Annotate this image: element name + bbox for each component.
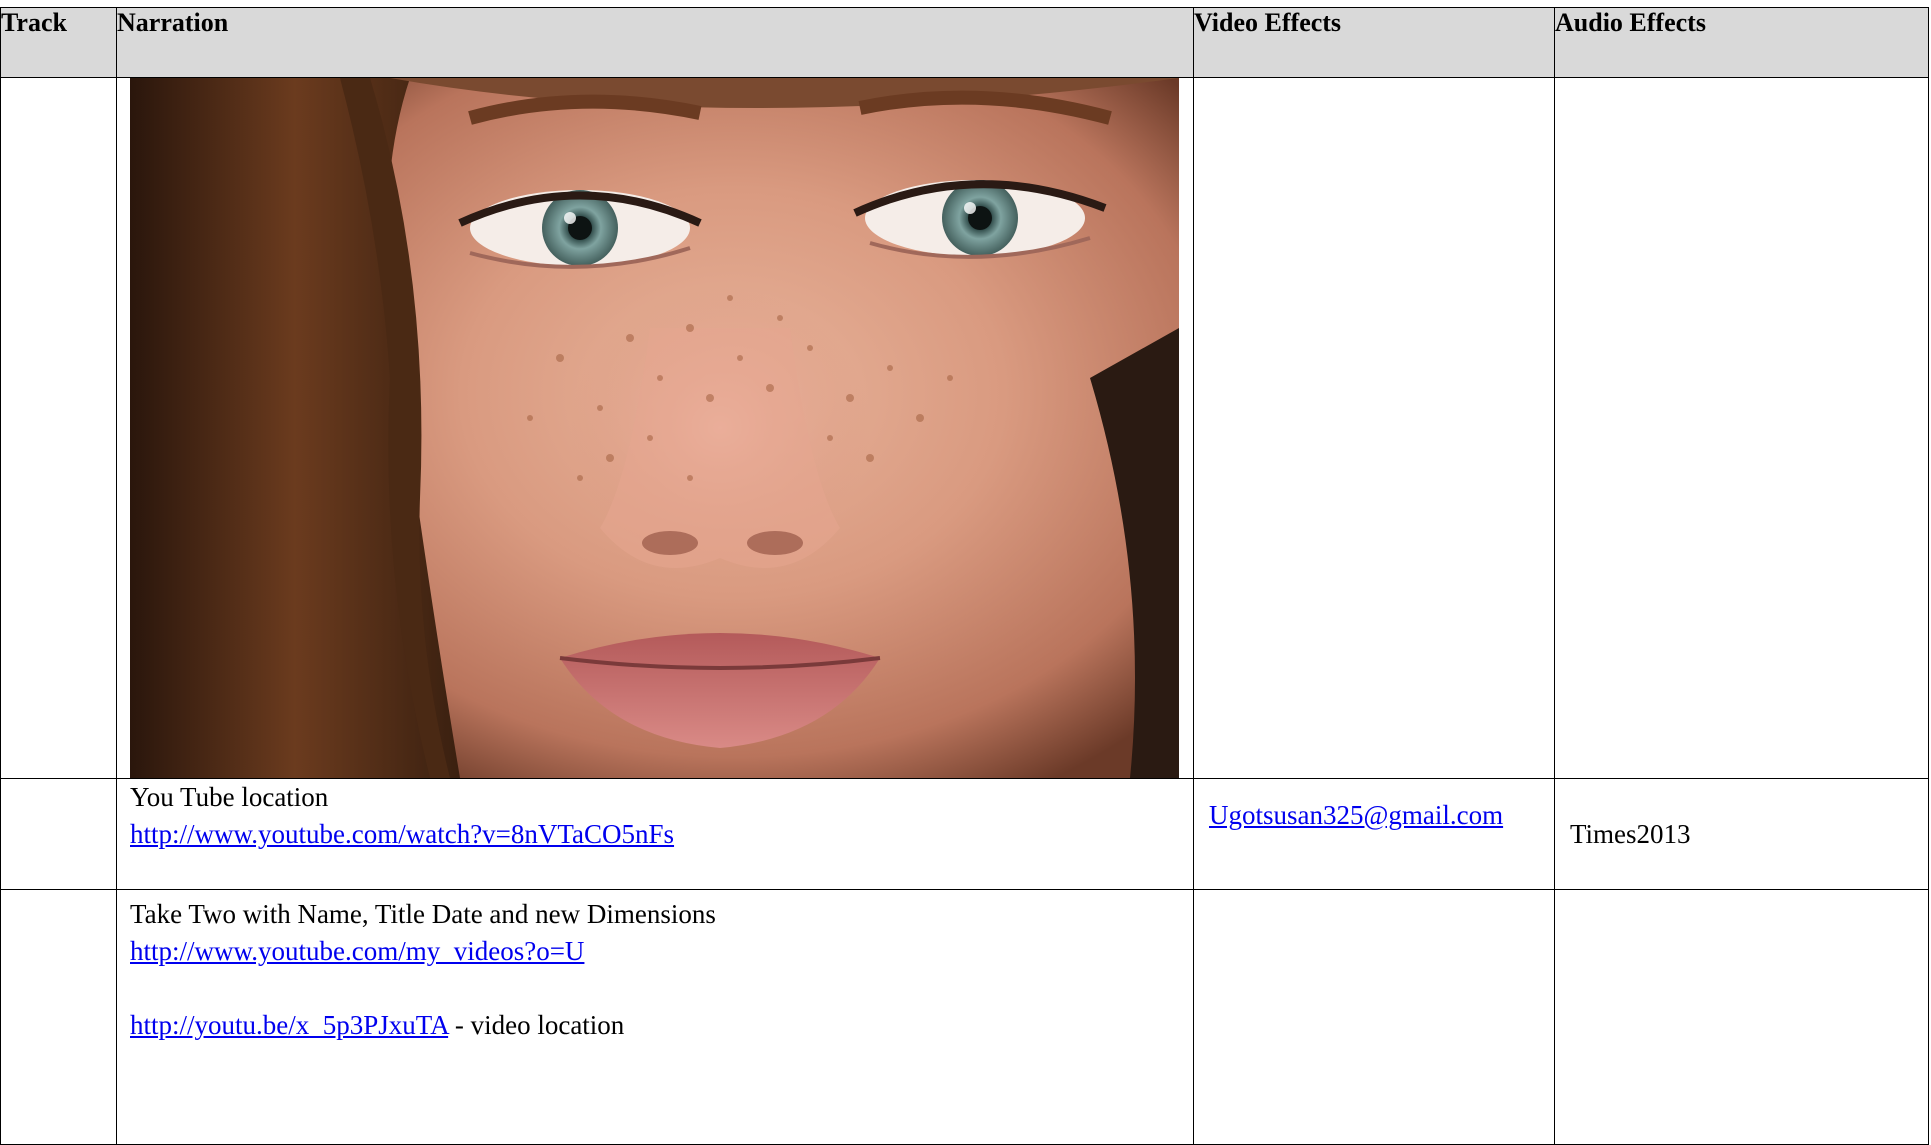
audio-effects-cell: Times2013 bbox=[1554, 778, 1929, 890]
table-row bbox=[0, 77, 1929, 779]
header-narration: Narration bbox=[116, 7, 1194, 78]
narration-text: You Tube location bbox=[130, 782, 329, 812]
track-cell bbox=[0, 778, 117, 890]
storyboard-table: Track Narration Video Effects Audio Effe… bbox=[0, 7, 1929, 1145]
youtu-be-video-link[interactable]: http://youtu.be/x_5p3PJxuTA bbox=[130, 1010, 448, 1040]
youtube-my-videos-link[interactable]: http://www.youtube.com/my_videos?o=U bbox=[130, 936, 584, 966]
narration-cell bbox=[116, 77, 1194, 779]
video-location-label: - video location bbox=[448, 1010, 625, 1040]
header-row: Track Narration Video Effects Audio Effe… bbox=[0, 7, 1929, 78]
header-track: Track bbox=[0, 7, 117, 78]
audio-effects-cell bbox=[1554, 77, 1929, 779]
track-cell bbox=[0, 77, 117, 779]
video-effects-cell bbox=[1193, 889, 1555, 1145]
narration-cell: Take Two with Name, Title Date and new D… bbox=[116, 889, 1194, 1145]
face-photo bbox=[130, 78, 1179, 778]
email-link[interactable]: Ugotsusan325@gmail.com bbox=[1209, 800, 1503, 830]
table-row: You Tube location http://www.youtube.com… bbox=[0, 778, 1929, 890]
header-audio-effects: Audio Effects bbox=[1554, 7, 1929, 78]
header-video-effects: Video Effects bbox=[1193, 7, 1555, 78]
youtube-watch-link[interactable]: http://www.youtube.com/watch?v=8nVTaCO5n… bbox=[130, 819, 674, 849]
video-effects-cell bbox=[1193, 77, 1555, 779]
audio-effects-text: Times2013 bbox=[1570, 819, 1691, 849]
video-effects-cell: Ugotsusan325@gmail.com bbox=[1193, 778, 1555, 890]
audio-effects-cell bbox=[1554, 889, 1929, 1145]
track-cell bbox=[0, 889, 117, 1145]
narration-cell: You Tube location http://www.youtube.com… bbox=[116, 778, 1194, 890]
narration-text: Take Two with Name, Title Date and new D… bbox=[130, 899, 716, 929]
table-row: Take Two with Name, Title Date and new D… bbox=[0, 889, 1929, 1145]
